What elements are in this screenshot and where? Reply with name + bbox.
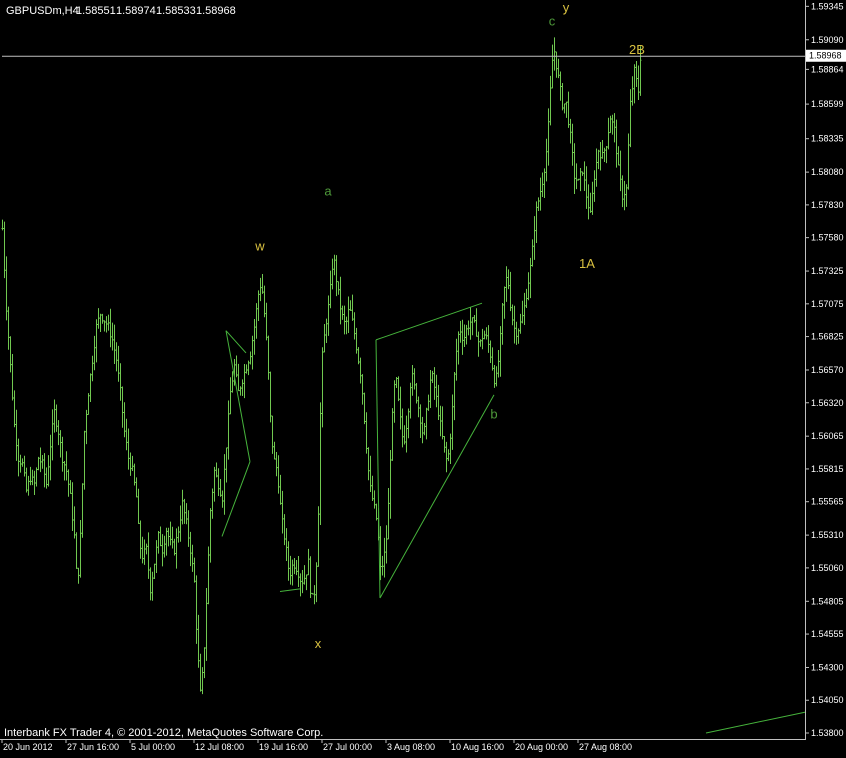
wave-label-2b: 2B <box>629 42 645 57</box>
current-price-marker: 1.58968 <box>806 49 846 62</box>
low-value: 1.58533 <box>156 5 196 17</box>
open-value: 1.58551 <box>76 5 116 17</box>
chart-window: w x a b c y 1A 2B GBPUSDm,H4 1.58551 1.58974 1.… <box>0 0 846 758</box>
y-tick-label: 1.58080 <box>811 167 844 177</box>
y-tick-label: 1.57075 <box>811 299 844 309</box>
y-tick-label: 1.58335 <box>811 134 844 144</box>
y-tick-label: 1.54050 <box>811 695 844 705</box>
y-tick-label: 1.59090 <box>811 35 844 45</box>
chart-background <box>0 0 846 758</box>
y-tick-label: 1.56065 <box>811 431 844 441</box>
x-tick-label: 27 Aug 08:00 <box>579 742 632 752</box>
x-tick-label: 27 Jun 16:00 <box>67 742 119 752</box>
wave-label-a: a <box>324 184 332 199</box>
y-tick-label: 1.59345 <box>811 1 844 11</box>
wave-label-x: x <box>315 636 322 651</box>
x-tick-label: 12 Jul 08:00 <box>195 742 244 752</box>
symbol-label: GBPUSDm,H4 <box>6 5 79 17</box>
x-tick-label: 3 Aug 08:00 <box>387 742 435 752</box>
y-tick-label: 1.56825 <box>811 332 844 342</box>
y-tick-label: 1.53800 <box>811 728 844 738</box>
wave-label-b: b <box>490 406 497 421</box>
y-tick-label: 1.54555 <box>811 629 844 639</box>
wave-label-y: y <box>563 0 570 15</box>
x-tick-label: 19 Jul 16:00 <box>259 742 308 752</box>
y-tick-label: 1.54805 <box>811 596 844 606</box>
y-tick-label: 1.54300 <box>811 662 844 672</box>
y-tick-label: 1.58599 <box>811 99 844 109</box>
y-tick-label: 1.55565 <box>811 497 844 507</box>
x-tick-label: 5 Jul 00:00 <box>131 742 175 752</box>
y-tick-label: 1.57325 <box>811 266 844 276</box>
y-tick-label: 1.57830 <box>811 200 844 210</box>
y-tick-label: 1.56570 <box>811 365 844 375</box>
y-tick-label: 1.55060 <box>811 563 844 573</box>
wave-label-w: w <box>254 239 265 254</box>
y-tick-label: 1.58864 <box>811 64 844 74</box>
x-tick-label: 27 Jul 00:00 <box>323 742 372 752</box>
y-tick-label: 1.55310 <box>811 530 844 540</box>
close-value: 1.58968 <box>196 5 236 17</box>
y-tick-label: 1.56320 <box>811 398 844 408</box>
copyright-label: Interbank FX Trader 4, © 2001-2012, Meta… <box>4 727 323 739</box>
wave-label-c: c <box>549 13 556 28</box>
y-tick-label: 1.57580 <box>811 233 844 243</box>
wave-label-1a: 1A <box>579 256 595 271</box>
high-value: 1.58974 <box>116 5 156 17</box>
price-chart[interactable]: w x a b cy 1A 2B GBPUSDm,H4 1.58551 1.58974 1.… <box>0 0 846 758</box>
x-tick-label: 20 Aug 00:00 <box>515 742 568 752</box>
x-tick-label: 10 Aug 16:00 <box>451 742 504 752</box>
current-price-label: 1.58968 <box>809 51 842 61</box>
y-tick-label: 1.55815 <box>811 464 844 474</box>
x-tick-label: 20 Jun 2012 <box>3 742 53 752</box>
